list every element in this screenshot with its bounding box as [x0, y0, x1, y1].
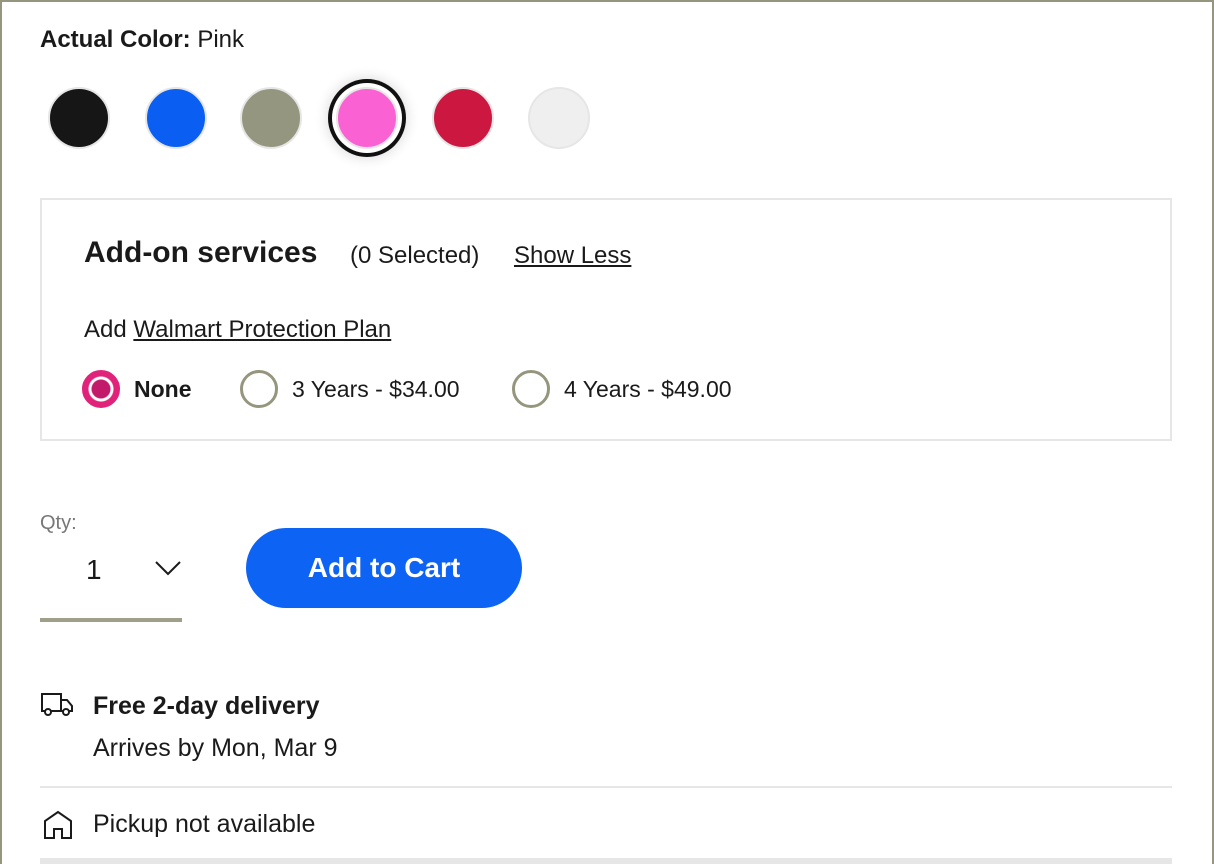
- protection-plan-link[interactable]: Walmart Protection Plan: [133, 316, 391, 343]
- addon-title: Add-on services: [84, 236, 318, 269]
- pickup-status: Pickup not available: [93, 810, 316, 838]
- swatch-black[interactable]: [48, 87, 110, 149]
- plan-line: Add Walmart Protection Plan: [84, 316, 392, 343]
- radio-circle[interactable]: [82, 370, 120, 408]
- swatch-red[interactable]: [432, 87, 494, 149]
- delivery-date: Arrives by Mon, Mar 9: [93, 734, 338, 762]
- addon-services-box: Add-on services (0 Selected) Show Less A…: [40, 198, 1172, 441]
- chevron-down-icon: [155, 561, 181, 576]
- delivery-title: Free 2-day delivery: [93, 692, 320, 720]
- show-less-link[interactable]: Show Less: [514, 242, 631, 270]
- radio-circle[interactable]: [240, 370, 278, 408]
- addon-count: (0 Selected): [350, 242, 480, 269]
- divider: [40, 786, 1172, 788]
- radio-3-years[interactable]: 3 Years - $34.00: [240, 370, 460, 408]
- radio-4-years[interactable]: 4 Years - $49.00: [512, 370, 732, 408]
- truck-icon: [41, 693, 73, 716]
- divider: [40, 858, 1172, 864]
- store-icon: [44, 810, 72, 839]
- swatch-white[interactable]: [528, 87, 590, 149]
- radio-none[interactable]: None: [82, 370, 192, 408]
- qty-label: Qty:: [40, 512, 77, 534]
- swatch-pink[interactable]: [336, 87, 398, 149]
- add-to-cart-button[interactable]: Add to Cart: [246, 528, 522, 608]
- swatch-sage[interactable]: [240, 87, 302, 149]
- qty-select[interactable]: 1: [40, 540, 182, 622]
- color-label: Actual Color: Pink: [40, 26, 245, 53]
- radio-circle[interactable]: [512, 370, 550, 408]
- swatch-blue[interactable]: [145, 87, 207, 149]
